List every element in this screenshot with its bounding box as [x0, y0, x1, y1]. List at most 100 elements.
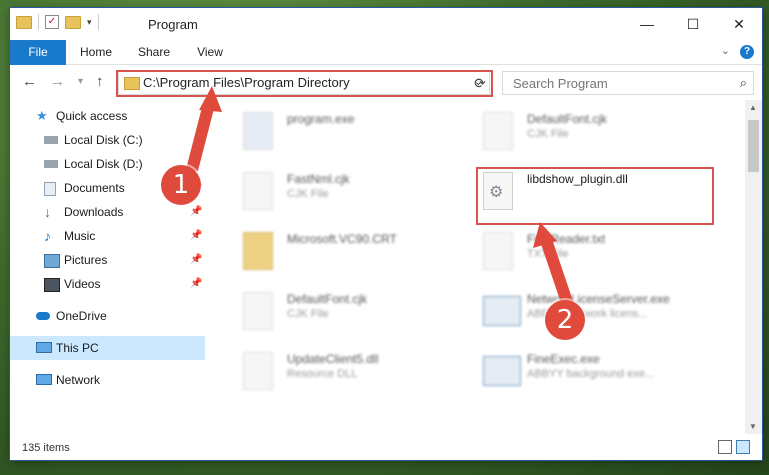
videos-icon	[44, 278, 60, 292]
file-name: FastNml.cjk	[287, 172, 350, 186]
file-name: UpdateClient5.dll	[287, 352, 379, 366]
scrollbar-thumb[interactable]	[748, 120, 759, 172]
file-item[interactable]: DefaultFont.cjk CJK File	[243, 286, 493, 342]
pin-icon[interactable]: 📌	[190, 272, 202, 296]
file-type: CJK File	[287, 188, 329, 200]
dll-gear-icon	[243, 352, 273, 390]
computer-icon	[36, 342, 52, 353]
file-type: ABBYY background exe...	[527, 368, 654, 380]
maximize-button[interactable]: ☐	[670, 8, 716, 40]
file-name: FineExec.exe	[527, 352, 600, 366]
sidebar-item-label: Pictures	[64, 253, 108, 267]
file-item[interactable]: FastNml.cjk CJK File	[243, 166, 493, 222]
sidebar-item-network[interactable]: Network	[10, 368, 205, 392]
search-icon: ⌕	[739, 75, 747, 90]
close-button[interactable]: ✕	[716, 8, 762, 40]
exe-file-icon	[243, 112, 273, 150]
search-box[interactable]: ⌕	[502, 71, 754, 95]
sidebar-item-this-pc[interactable]: This PC	[10, 336, 205, 360]
tab-share[interactable]: Share	[132, 40, 176, 64]
callout-badge-1: 1	[161, 165, 201, 205]
star-icon: ★	[36, 108, 48, 123]
help-icon[interactable]: ?	[740, 45, 754, 59]
forward-icon[interactable]: →	[50, 73, 65, 90]
folder-icon	[16, 15, 32, 29]
drive-icon	[44, 136, 58, 144]
sidebar-item-label: OneDrive	[56, 309, 107, 323]
scroll-down-icon[interactable]: ▼	[749, 422, 757, 431]
scroll-up-icon[interactable]: ▲	[749, 103, 757, 112]
sidebar-item-label: This PC	[56, 341, 99, 355]
sidebar-item-pictures[interactable]: Pictures 📌	[10, 248, 205, 272]
details-view-icon[interactable]	[718, 440, 732, 454]
sidebar-item-label: Local Disk (C:)	[64, 133, 143, 147]
toolbar-divider	[38, 14, 39, 30]
pin-icon[interactable]: 📌	[190, 200, 202, 224]
file-name: program.exe	[287, 112, 355, 126]
recent-locations-icon[interactable]: ▾	[78, 76, 83, 87]
sidebar-item-videos[interactable]: Videos 📌	[10, 272, 205, 296]
file-name: DefaultFont.cjk	[287, 292, 368, 306]
pin-icon[interactable]: 📌	[190, 248, 202, 272]
sidebar-item-music[interactable]: ♪ Music 📌	[10, 224, 205, 248]
search-input[interactable]	[511, 72, 715, 94]
file-type: TXT File	[527, 248, 569, 260]
file-type: CJK File	[527, 128, 569, 140]
minimize-button[interactable]: —	[624, 8, 670, 40]
tab-view[interactable]: View	[188, 40, 232, 64]
document-icon	[483, 232, 513, 270]
document-icon	[243, 172, 273, 210]
document-icon	[483, 112, 513, 150]
navigation-pane: ★ Quick access Local Disk (C:) Local Dis…	[10, 100, 205, 434]
title-bar: ✓ ▾ Program — ☐ ✕	[10, 8, 762, 40]
file-type: CJK File	[287, 308, 329, 320]
file-name: DefaultFont.cjk	[527, 112, 608, 126]
view-toggle	[718, 440, 750, 454]
network-icon	[36, 374, 52, 385]
file-type: Resource DLL	[287, 368, 358, 380]
tiles-view-icon[interactable]	[736, 440, 750, 454]
back-icon[interactable]: ←	[22, 73, 37, 90]
drive-icon	[44, 160, 58, 168]
ribbon-tabs: File Home Share View ⌄ ?	[10, 40, 762, 96]
file-highlight-box	[476, 167, 714, 225]
sidebar-item-label: Music	[64, 229, 96, 243]
properties-icon[interactable]: ✓	[45, 15, 59, 29]
pictures-icon	[44, 254, 60, 268]
file-list: program.exe DefaultFont.cjk CJK File Fas…	[205, 100, 745, 434]
new-folder-icon[interactable]	[65, 15, 81, 29]
sidebar-item-onedrive[interactable]: OneDrive	[10, 304, 205, 328]
sidebar-item-label: Quick access	[56, 109, 128, 123]
file-item[interactable]: Microsoft.VC90.CRT	[243, 226, 493, 282]
file-name: FineReader.txt	[527, 232, 606, 246]
file-item[interactable]: DefaultFont.cjk CJK File	[483, 106, 733, 162]
chevron-down-icon[interactable]: ⌄	[721, 44, 730, 57]
download-icon: ↓	[44, 204, 51, 220]
sidebar-item-label: Videos	[64, 277, 101, 291]
music-icon: ♪	[44, 228, 51, 244]
address-highlight-box	[116, 70, 493, 97]
file-item[interactable]: program.exe	[243, 106, 493, 162]
sidebar-item-label: Downloads	[64, 205, 124, 219]
file-item[interactable]: FineExec.exe ABBYY background exe...	[483, 346, 733, 402]
file-item[interactable]: FineReader.txt TXT File	[483, 226, 733, 282]
documents-icon	[44, 182, 56, 196]
pin-icon[interactable]: 📌	[190, 224, 202, 248]
file-item[interactable]: UpdateClient5.dll Resource DLL	[243, 346, 493, 402]
up-icon[interactable]: ↑	[96, 73, 104, 90]
document-icon	[243, 292, 273, 330]
vertical-scrollbar[interactable]: ▲ ▼	[745, 100, 762, 434]
file-name: Microsoft.VC90.CRT	[287, 232, 397, 246]
sidebar-item-local-disk-c[interactable]: Local Disk (C:)	[10, 128, 205, 152]
tab-home[interactable]: Home	[74, 40, 118, 64]
sidebar-item-quick-access[interactable]: ★ Quick access	[10, 104, 205, 128]
file-item[interactable]: NetworkLicenseServer.exe ABBYY Network l…	[483, 286, 733, 342]
application-icon	[483, 356, 521, 386]
callout-badge-2: 2	[545, 300, 585, 340]
file-name: NetworkLicenseServer.exe	[527, 292, 670, 306]
sidebar-item-label: Network	[56, 373, 101, 387]
sidebar-item-label: Local Disk (D:)	[64, 157, 143, 171]
quick-access-toolbar: ✓ ▾	[16, 14, 99, 30]
status-bar: 135 items	[10, 434, 762, 460]
customize-toolbar-icon[interactable]: ▾	[87, 17, 92, 28]
